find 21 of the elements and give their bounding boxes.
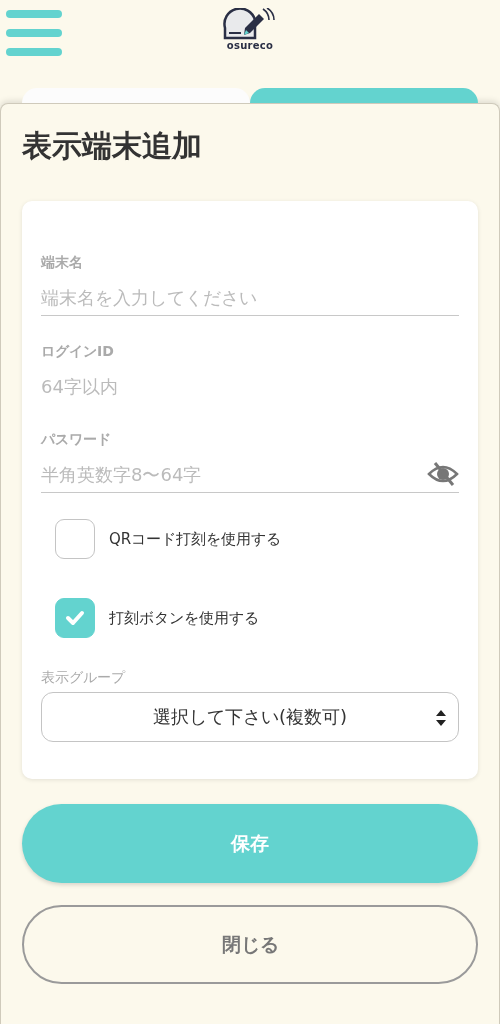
menu-icon[interactable] xyxy=(6,10,62,56)
field-label: パスワード xyxy=(41,430,112,448)
logo-text: osureco xyxy=(226,40,274,52)
input-field[interactable]: 半角英数字8〜64字 xyxy=(41,463,427,485)
tab[interactable] xyxy=(250,88,478,103)
field-label: 端末名 xyxy=(41,253,84,271)
field-label: 表示グループ xyxy=(41,668,127,686)
checkbox[interactable] xyxy=(55,598,95,638)
check-icon xyxy=(65,610,85,626)
updown-arrow-icon xyxy=(436,710,446,726)
checkbox-label: 打刻ボタンを使用する xyxy=(109,608,259,628)
dialog-title: 表示端末追加 xyxy=(22,128,203,164)
field-label: ログインID xyxy=(41,342,115,360)
tab[interactable] xyxy=(22,88,250,103)
eye-slash-icon[interactable] xyxy=(427,462,459,486)
close-button[interactable]: 閉じる xyxy=(22,905,478,984)
checkbox[interactable] xyxy=(55,519,95,559)
group-select[interactable]: 選択して下さい(複数可) xyxy=(41,692,459,742)
input-field[interactable]: 64字以内 xyxy=(41,375,459,397)
checkbox-label: QRコード打刻を使用する xyxy=(109,529,282,549)
input-field[interactable]: 端末名を入力してください xyxy=(41,286,459,308)
